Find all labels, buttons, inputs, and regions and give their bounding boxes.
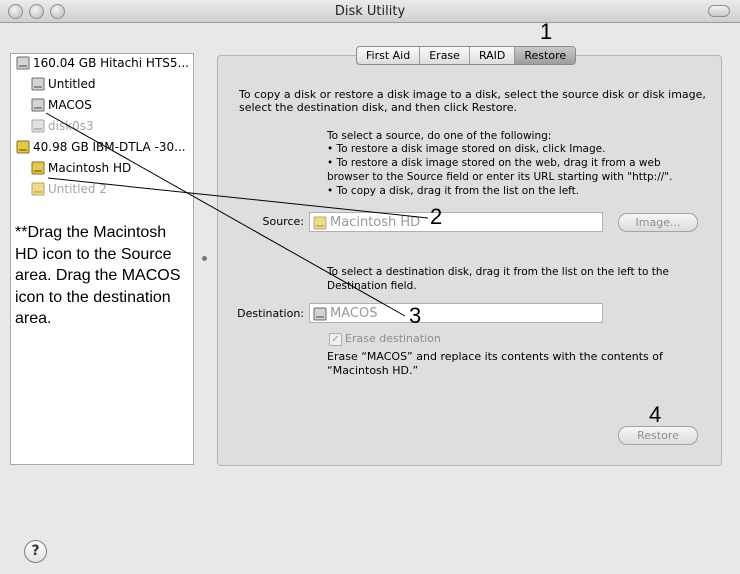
- volume-yellow-icon: [31, 182, 45, 196]
- callout-number-2: 2: [430, 204, 443, 229]
- volume-gray-icon: [313, 307, 327, 321]
- erase-destination-checkbox[interactable]: ✓: [329, 333, 342, 346]
- hdd-gray-icon: [16, 56, 30, 70]
- split-view-handle[interactable]: [202, 256, 207, 261]
- destination-field[interactable]: MACOS: [309, 303, 603, 323]
- tab-first-aid[interactable]: First Aid: [357, 47, 421, 64]
- erase-note-line: Erase “MACOS” and replace its contents w…: [327, 350, 663, 363]
- source-value: Macintosh HD: [330, 215, 421, 230]
- restore-panel: [217, 55, 722, 466]
- volume-label: disk0s3: [48, 119, 94, 133]
- volume-yellow-icon: [31, 161, 45, 175]
- image-button[interactable]: Image...: [618, 213, 698, 232]
- tab-bar: First Aid Erase RAID Restore: [356, 46, 577, 65]
- toolbar-toggle-button[interactable]: [708, 5, 730, 17]
- source-field[interactable]: Macintosh HD: [309, 212, 603, 232]
- erase-destination-label: Erase destination: [345, 332, 441, 345]
- source-help-line: • To copy a disk, drag it from the list …: [327, 185, 580, 197]
- restore-intro-line-1: To copy a disk or restore a disk image t…: [239, 88, 706, 101]
- volume-gray-icon: [31, 119, 45, 133]
- disk-label: 160.04 GB Hitachi HTS5...: [33, 56, 189, 70]
- destination-label: Destination:: [237, 307, 304, 320]
- restore-intro-line-2: select the destination disk, and then cl…: [239, 101, 518, 114]
- source-label: Source:: [262, 215, 305, 228]
- erase-note-line: “Macintosh HD.”: [327, 364, 419, 377]
- hdd-yellow-icon: [16, 140, 30, 154]
- callout-number-1: 1: [540, 19, 553, 44]
- volume-yellow-icon: [313, 216, 327, 230]
- tab-raid[interactable]: RAID: [470, 47, 516, 64]
- volume-gray-icon: [31, 98, 45, 112]
- tab-restore[interactable]: Restore: [515, 47, 576, 64]
- drag-instruction-note: **Drag the Macintosh HD icon to the Sour…: [15, 224, 181, 327]
- tab-erase[interactable]: Erase: [420, 47, 470, 64]
- source-help-line: • To restore a disk image stored on disk…: [327, 143, 606, 155]
- callout-number-4: 4: [649, 402, 662, 427]
- title-bar: Disk Utility: [0, 0, 740, 23]
- source-help-line: browser to the Source field or enter its…: [327, 171, 673, 183]
- help-button[interactable]: ?: [24, 540, 47, 563]
- volume-label: Untitled: [48, 77, 96, 91]
- source-help-line: To select a source, do one of the follow…: [327, 130, 552, 142]
- disk-label: 40.98 GB IBM-DTLA -30...: [33, 140, 186, 154]
- callout-number-3: 3: [409, 303, 422, 328]
- volume-label: Macintosh HD: [48, 161, 132, 175]
- dest-help-line: Destination field.: [327, 280, 417, 292]
- source-help-line: • To restore a disk image stored on the …: [327, 157, 661, 169]
- dest-help-line: To select a destination disk, drag it fr…: [327, 266, 670, 278]
- volume-label: MACOS: [48, 98, 92, 112]
- destination-value: MACOS: [330, 306, 378, 321]
- window-title: Disk Utility: [334, 4, 406, 19]
- volume-label: Untitled 2: [48, 182, 107, 196]
- volume-gray-icon: [31, 77, 45, 91]
- restore-button[interactable]: Restore: [618, 426, 698, 445]
